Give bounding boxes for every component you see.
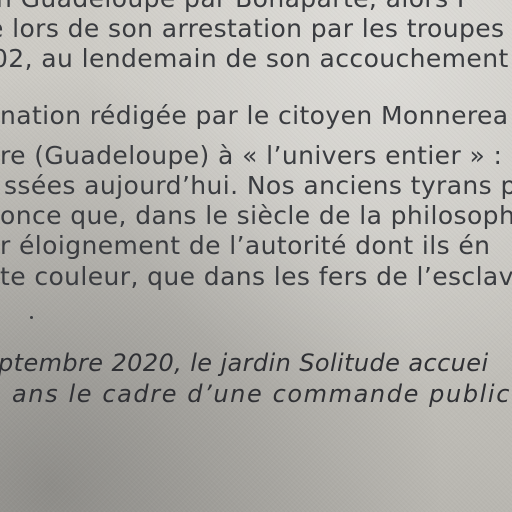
text-line-8: r éloignement de l’autorité dont ils én [0, 231, 491, 260]
text-line-1: n Guadeloupe par Bonaparte, alors P [0, 0, 472, 13]
text-line-5: re (Guadeloupe) à « l’univers entier » :… [0, 141, 512, 170]
italic-line-1: ptembre 2020, le jardin Solitude accuei [0, 349, 489, 377]
text-line-4: nation rédigée par le citoyen Monnerea [0, 101, 509, 130]
text-line-7: once que, dans le siècle de la philosoph [0, 201, 512, 230]
ink-speck [30, 316, 33, 319]
photographed-plaque: n Guadeloupe par Bonaparte, alors P e lo… [0, 0, 512, 512]
text-line-2: e lors de son arrestation par les troupe… [0, 14, 505, 43]
text-line-6: ssées aujourd’hui. Nos anciens tyrans p [4, 171, 512, 200]
text-line-3: 02, au lendemain de son accouchement [0, 44, 509, 73]
text-line-9: te couleur, que dans les fers de l’escla… [0, 262, 512, 291]
italic-line-2: ans le cadre d’une commande public [12, 380, 511, 408]
